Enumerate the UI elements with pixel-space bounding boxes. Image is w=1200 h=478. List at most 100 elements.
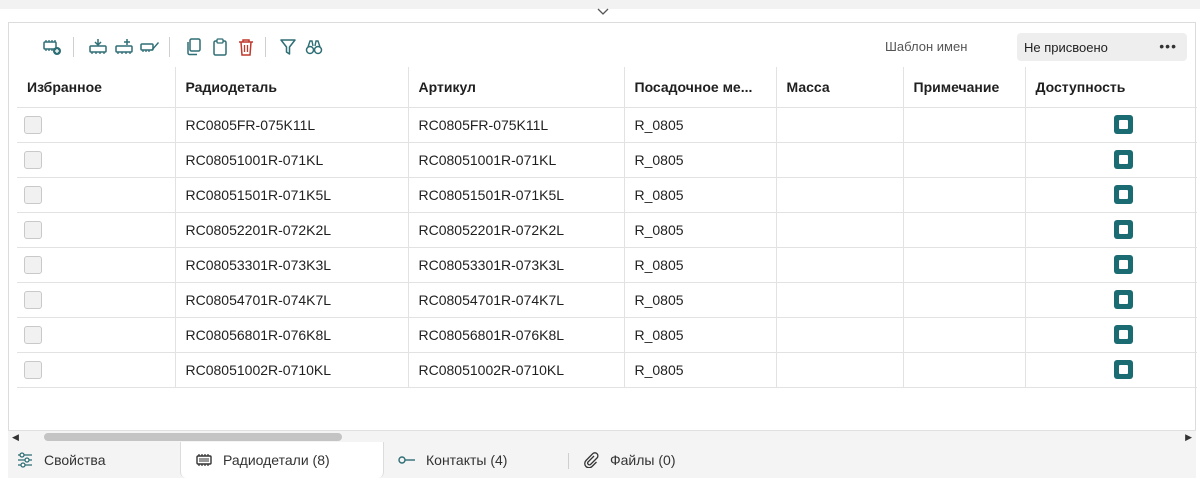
mass-cell[interactable] (775, 176, 904, 213)
mass-cell[interactable] (775, 351, 904, 388)
favorite-checkbox[interactable] (24, 220, 42, 239)
tab-files[interactable]: Файлы (0) (582, 442, 722, 478)
footprint-cell[interactable]: R_0805 (623, 351, 777, 388)
availability-cell[interactable] (1024, 176, 1197, 213)
column-header-article[interactable]: Артикул (407, 67, 625, 108)
mass-cell[interactable] (775, 316, 904, 353)
table-row[interactable]: RC08052201R-072K2L RC08052201R-072K2L R_08… (17, 211, 1197, 248)
tab-contacts[interactable]: Контакты (4) (398, 442, 558, 478)
note-cell[interactable] (902, 246, 1026, 283)
part-cell[interactable]: RC08051501R-071K5L (174, 176, 409, 213)
note-cell[interactable] (902, 316, 1026, 353)
add-part-icon[interactable] (41, 36, 63, 58)
footprint-cell[interactable]: R_0805 (623, 246, 777, 283)
article-cell[interactable]: RC08052201R-072K2L (407, 211, 625, 248)
favorite-checkbox-cell[interactable] (17, 246, 176, 283)
tab-properties[interactable]: Свойства (16, 442, 176, 478)
insert-part-icon[interactable] (87, 36, 109, 58)
footprint-cell[interactable]: R_0805 (623, 211, 777, 248)
favorite-checkbox[interactable] (24, 290, 42, 309)
footprint-cell[interactable]: R_0805 (623, 176, 777, 213)
availability-cell[interactable] (1024, 246, 1197, 283)
favorite-checkbox-cell[interactable] (17, 106, 176, 143)
tab-parts[interactable]: Радиодетали (8) (180, 442, 384, 478)
column-header-footprint[interactable]: Посадочное ме... (623, 67, 777, 108)
table-row[interactable]: RC08054701R-074K7L RC08054701R-074K7L R_08… (17, 281, 1197, 318)
horizontal-scrollbar[interactable]: ◀ ▶ (8, 430, 1196, 442)
note-cell[interactable] (902, 176, 1026, 213)
note-cell[interactable] (902, 141, 1026, 178)
edit-part-icon[interactable] (139, 36, 161, 58)
table-row[interactable]: RC0805FR-075K11L RC0805FR-075K11L R_0805 (17, 106, 1197, 143)
availability-cell[interactable] (1024, 281, 1197, 318)
scrollbar-thumb[interactable] (44, 433, 342, 441)
favorite-checkbox-cell[interactable] (17, 316, 176, 353)
article-cell[interactable]: RC08054701R-074K7L (407, 281, 625, 318)
part-cell[interactable]: RC08052201R-072K2L (174, 211, 409, 248)
column-header-availability[interactable]: Доступность (1024, 67, 1197, 108)
favorite-checkbox-cell[interactable] (17, 281, 176, 318)
part-cell[interactable]: RC0805FR-075K11L (174, 106, 409, 143)
mass-cell[interactable] (775, 106, 904, 143)
column-header-note[interactable]: Примечание (902, 67, 1026, 108)
find-icon[interactable] (303, 36, 325, 58)
favorite-checkbox[interactable] (24, 360, 42, 379)
import-part-icon[interactable] (113, 36, 135, 58)
part-cell[interactable]: RC08056801R-076K8L (174, 316, 409, 353)
availability-indicator-icon (1113, 115, 1133, 134)
copy-icon[interactable] (183, 36, 205, 58)
note-cell[interactable] (902, 106, 1026, 143)
availability-cell[interactable] (1024, 106, 1197, 143)
part-cell[interactable]: RC08053301R-073K3L (174, 246, 409, 283)
chevron-down-icon[interactable] (596, 6, 610, 18)
availability-cell[interactable] (1024, 141, 1197, 178)
favorite-checkbox-cell[interactable] (17, 141, 176, 178)
article-cell[interactable]: RC08051501R-071K5L (407, 176, 625, 213)
mass-cell[interactable] (775, 246, 904, 283)
footprint-cell[interactable]: R_0805 (623, 106, 777, 143)
column-header-favorite[interactable]: Избранное (17, 67, 176, 108)
note-cell[interactable] (902, 281, 1026, 318)
template-select[interactable]: Не присвоено ••• (1017, 33, 1187, 61)
mass-cell[interactable] (775, 281, 904, 318)
favorite-checkbox-cell[interactable] (17, 176, 176, 213)
part-cell[interactable]: RC08051002R-0710KL (174, 351, 409, 388)
toolbar-separator (73, 37, 74, 57)
favorite-checkbox[interactable] (24, 255, 42, 274)
mass-cell[interactable] (775, 211, 904, 248)
favorite-checkbox-cell[interactable] (17, 351, 176, 388)
favorite-checkbox[interactable] (24, 150, 42, 169)
favorite-checkbox[interactable] (24, 325, 42, 344)
note-cell[interactable] (902, 211, 1026, 248)
availability-cell[interactable] (1024, 316, 1197, 353)
paste-icon[interactable] (209, 36, 231, 58)
footprint-cell[interactable]: R_0805 (623, 141, 777, 178)
article-cell[interactable]: RC08051002R-0710KL (407, 351, 625, 388)
article-cell[interactable]: RC08053301R-073K3L (407, 246, 625, 283)
favorite-checkbox[interactable] (24, 185, 42, 204)
delete-icon[interactable] (235, 36, 257, 58)
part-cell[interactable]: RC08051001R-071KL (174, 141, 409, 178)
availability-indicator-icon (1113, 185, 1133, 204)
availability-cell[interactable] (1024, 211, 1197, 248)
favorite-checkbox[interactable] (24, 115, 42, 134)
note-cell[interactable] (902, 351, 1026, 388)
mass-cell[interactable] (775, 141, 904, 178)
filter-icon[interactable] (277, 36, 299, 58)
table-row[interactable]: RC08051001R-071KL RC08051001R-071KL R_0805 (17, 141, 1197, 178)
table-row[interactable]: RC08051002R-0710KL RC08051002R-0710KL R_08… (17, 351, 1197, 388)
article-cell[interactable]: RC08051001R-071KL (407, 141, 625, 178)
footprint-cell[interactable]: R_0805 (623, 316, 777, 353)
table-row[interactable]: RC08053301R-073K3L RC08053301R-073K3L R_08… (17, 246, 1197, 283)
table-row[interactable]: RC08056801R-076K8L RC08056801R-076K8L R_08… (17, 316, 1197, 353)
article-cell[interactable]: RC0805FR-075K11L (407, 106, 625, 143)
favorite-checkbox-cell[interactable] (17, 211, 176, 248)
column-header-part[interactable]: Радиодеталь (174, 67, 409, 108)
footprint-cell[interactable]: R_0805 (623, 281, 777, 318)
more-icon[interactable]: ••• (1159, 38, 1177, 54)
article-cell[interactable]: RC08056801R-076K8L (407, 316, 625, 353)
availability-cell[interactable] (1024, 351, 1197, 388)
table-row[interactable]: RC08051501R-071K5L RC08051501R-071K5L R_08… (17, 176, 1197, 213)
part-cell[interactable]: RC08054701R-074K7L (174, 281, 409, 318)
column-header-mass[interactable]: Масса (775, 67, 904, 108)
